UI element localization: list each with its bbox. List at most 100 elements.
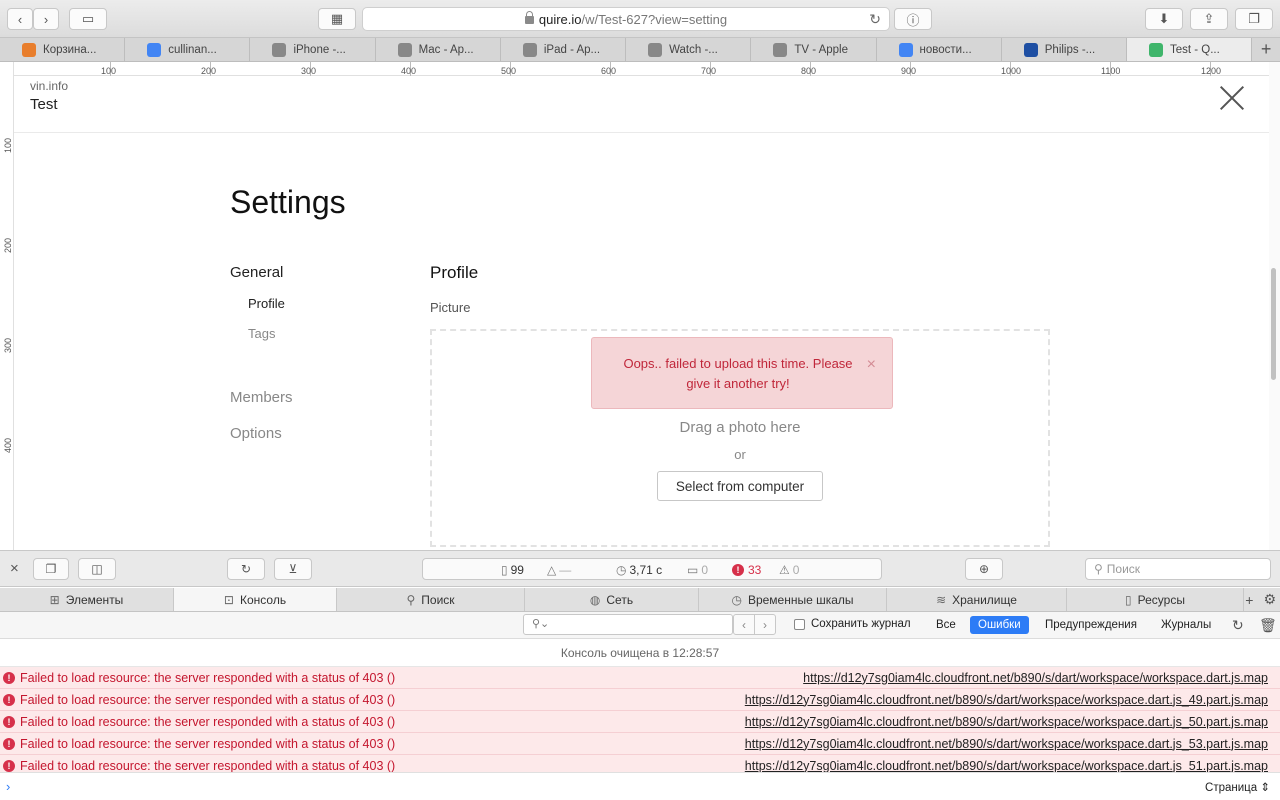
console-messages: Консоль очищена в 12:28:57 ! Failed to lo… — [0, 639, 1280, 772]
log-bubble-icon: ▭ — [687, 563, 699, 577]
share-button[interactable]: ⇪ — [1190, 8, 1228, 30]
downloads-button[interactable]: ⬇ — [1145, 8, 1183, 30]
console-source-link[interactable]: https://d12y7sg0iam4lc.cloudfront.net/b8… — [745, 693, 1268, 707]
close-inspector-icon[interactable]: × — [10, 560, 19, 577]
console-error-row[interactable]: ! Failed to load resource: the server res… — [0, 755, 1280, 772]
ruler-tick-label: 500 — [501, 66, 517, 76]
address-bar[interactable]: quire.io/w/Test-627?view=setting ↻ — [362, 7, 890, 31]
ruler-tick: 700 — [701, 62, 716, 76]
dock-mode-button[interactable]: ❐ — [33, 558, 69, 580]
reload-page-button[interactable]: ↻ — [227, 558, 265, 580]
browser-tab[interactable]: iPad - Ap... — [501, 38, 627, 61]
settings-nav-general[interactable]: General — [230, 264, 283, 281]
inspector-tab[interactable]: ⚲ Поиск — [337, 588, 525, 611]
sidebar-icon: ▭ — [81, 11, 95, 26]
gear-icon[interactable]: ⚙ — [1263, 591, 1276, 608]
new-window-button[interactable]: ❐ — [1235, 8, 1273, 30]
error-icon: ! — [3, 693, 15, 706]
metric-size[interactable]: △ — — [547, 563, 571, 577]
back-button[interactable]: ‹ — [7, 8, 33, 30]
metric-errors[interactable]: ! 33 — [732, 563, 761, 577]
console-source-link[interactable]: https://d12y7sg0iam4lc.cloudfront.net/b8… — [803, 671, 1268, 685]
browser-toolbar: ‹ › ▭ ▦ quire.io/w/Test-627?view=setting… — [0, 0, 1280, 38]
metric-resources[interactable]: ▯ 99 — [501, 563, 524, 577]
console-error-row[interactable]: ! Failed to load resource: the server res… — [0, 667, 1280, 689]
inspector-search-input[interactable]: ⚲ Поиск — [1085, 558, 1271, 580]
console-error-row[interactable]: ! Failed to load resource: the server res… — [0, 733, 1280, 755]
dock-side-button[interactable]: ◫ — [78, 558, 116, 580]
console-source-link[interactable]: https://d12y7sg0iam4lc.cloudfront.net/b8… — [745, 737, 1268, 751]
filter-errors[interactable]: Ошибки — [970, 616, 1029, 634]
browser-tab[interactable]: Watch -... — [626, 38, 752, 61]
browser-tab[interactable]: iPhone -... — [250, 38, 376, 61]
filter-warnings[interactable]: Предупреждения — [1037, 616, 1145, 634]
settings-nav-options[interactable]: Options — [230, 425, 282, 442]
inspector-tab[interactable]: ◍ Сеть — [525, 588, 699, 611]
browser-tab[interactable]: TV - Apple — [751, 38, 877, 61]
resources-icon: ▯ — [1125, 592, 1132, 607]
ruler-tick-label: 200 — [201, 66, 217, 76]
network-icon: ◍ — [589, 592, 601, 607]
inspector-tab[interactable]: ▯ Ресурсы — [1067, 588, 1244, 611]
settings-nav-members[interactable]: Members — [230, 389, 293, 406]
ruler-tick-label: 100 — [3, 137, 13, 153]
settings-nav-tags[interactable]: Tags — [248, 326, 275, 341]
inspector-tab-label: Временные шкалы — [747, 592, 854, 607]
close-icon[interactable] — [1219, 85, 1245, 111]
download-archive-button[interactable]: ⊻ — [274, 558, 312, 580]
trash-icon[interactable]: 🗑 — [1259, 617, 1277, 634]
sidebar-button[interactable]: ▭ — [69, 8, 107, 30]
console-source-link[interactable]: https://d12y7sg0iam4lc.cloudfront.net/b8… — [745, 759, 1268, 773]
info-icon: ⓘ — [906, 12, 920, 28]
checkbox-box[interactable] — [794, 618, 805, 630]
filter-all[interactable]: Все — [928, 616, 964, 634]
add-tab-icon[interactable]: + — [1245, 592, 1253, 608]
forward-button[interactable]: › — [33, 8, 59, 30]
ruler-tick-label: 900 — [901, 66, 917, 76]
reload-icon[interactable]: ↻ — [1232, 617, 1244, 634]
settings-nav-profile[interactable]: Profile — [248, 296, 285, 311]
new-tab-icon[interactable]: + — [1252, 38, 1280, 61]
metric-warnings[interactable]: ⚠ 0 — [779, 563, 799, 577]
browser-tab[interactable]: Корзина... — [0, 38, 126, 61]
alert-close-icon[interactable]: × — [867, 355, 876, 375]
console-error-row[interactable]: ! Failed to load resource: the server res… — [0, 689, 1280, 711]
inspector-tab[interactable]: ◷ Временные шкалы — [699, 588, 887, 611]
console-error-row[interactable]: ! Failed to load resource: the server res… — [0, 711, 1280, 733]
browser-tab[interactable]: новости... — [877, 38, 1002, 61]
browser-tab-label: cullinan... — [168, 43, 217, 56]
preserve-log-checkbox[interactable]: Сохранить журнал — [794, 618, 911, 630]
page-scroll-thumb[interactable] — [1271, 268, 1276, 380]
inspector-tab[interactable]: ≋ Хранилище — [887, 588, 1067, 611]
execution-context-select[interactable]: Страница ⇕ — [1205, 780, 1270, 794]
inspector-tab[interactable]: ⊡ Консоль — [174, 588, 337, 611]
console-prompt[interactable]: › Страница ⇕ — [0, 772, 1280, 800]
upload-error-alert: Oops.. failed to upload this time. Pleas… — [591, 337, 893, 409]
inspector-tab-label: Консоль — [239, 592, 287, 607]
console-filter-input[interactable]: ⚲⌄ — [523, 614, 733, 635]
split-view-icon: ◫ — [91, 562, 103, 576]
element-picker-button[interactable]: ⊕ — [965, 558, 1003, 580]
windows-icon: ❐ — [1248, 11, 1260, 26]
metric-logs[interactable]: ▭ 0 — [687, 563, 708, 577]
tab-overview-button[interactable]: ▦ — [318, 8, 356, 30]
inspector-tab[interactable]: ⊞ Элементы — [0, 588, 174, 611]
select-from-computer-button[interactable]: Select from computer — [657, 471, 823, 501]
page-scrollbar[interactable] — [1269, 62, 1280, 550]
browser-tab-label: Test - Q... — [1169, 43, 1220, 56]
clock-icon: ◷ — [616, 563, 627, 577]
reload-icon[interactable]: ↻ — [869, 11, 881, 28]
reader-info-button[interactable]: ⓘ — [894, 8, 932, 30]
chevron-right-icon[interactable]: › — [755, 615, 775, 634]
chevron-left-icon[interactable]: ‹ — [734, 615, 755, 634]
browser-tab[interactable]: cullinan... — [125, 38, 251, 61]
browser-tab[interactable]: Test - Q... — [1126, 38, 1253, 61]
metric-load-time[interactable]: ◷ 3,71 с — [616, 563, 662, 577]
browser-tab-label: Philips -... — [1044, 43, 1096, 56]
timeline-icon: ◷ — [731, 592, 742, 607]
filter-logs[interactable]: Журналы — [1153, 616, 1219, 634]
browser-tab[interactable]: Mac - Ap... — [376, 38, 501, 61]
browser-tab[interactable]: Philips -... — [1002, 38, 1127, 61]
console-source-link[interactable]: https://d12y7sg0iam4lc.cloudfront.net/b8… — [745, 715, 1268, 729]
photo-dropzone[interactable]: Oops.. failed to upload this time. Pleas… — [430, 329, 1050, 547]
